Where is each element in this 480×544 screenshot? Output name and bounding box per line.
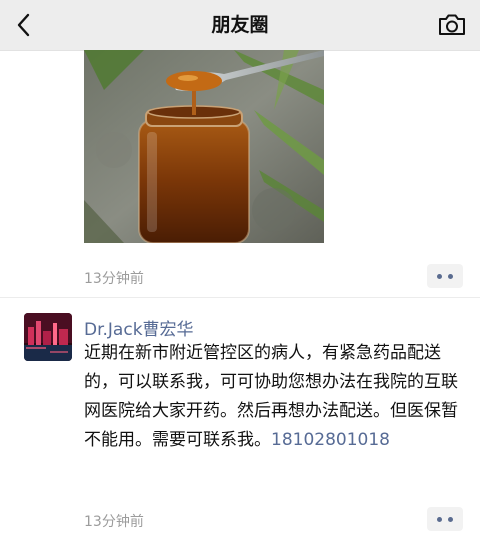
more-dots-icon bbox=[448, 517, 453, 522]
more-options-button[interactable] bbox=[427, 507, 463, 531]
more-dots-icon bbox=[437, 517, 442, 522]
post-timestamp: 13分钟前 bbox=[84, 271, 144, 287]
avatar[interactable] bbox=[24, 313, 72, 361]
post-photo-honey-jar[interactable] bbox=[84, 50, 324, 243]
post-author-name[interactable]: Dr.Jack曹宏华 bbox=[84, 315, 194, 340]
top-navbar: 朋友圈 bbox=[0, 0, 480, 51]
more-dots-icon bbox=[437, 274, 442, 279]
camera-icon[interactable] bbox=[436, 9, 468, 41]
post-content: 近期在新市附近管控区的病人，有紧急药品配送的，可以联系我，可可协助您想办法在我院… bbox=[84, 339, 460, 455]
post-timestamp: 13分钟前 bbox=[84, 514, 144, 530]
more-options-button[interactable] bbox=[427, 264, 463, 288]
page-title: 朋友圈 bbox=[211, 14, 269, 36]
post-divider bbox=[0, 297, 480, 298]
more-dots-icon bbox=[448, 274, 453, 279]
phone-number-link[interactable]: 18102801018 bbox=[271, 430, 390, 450]
